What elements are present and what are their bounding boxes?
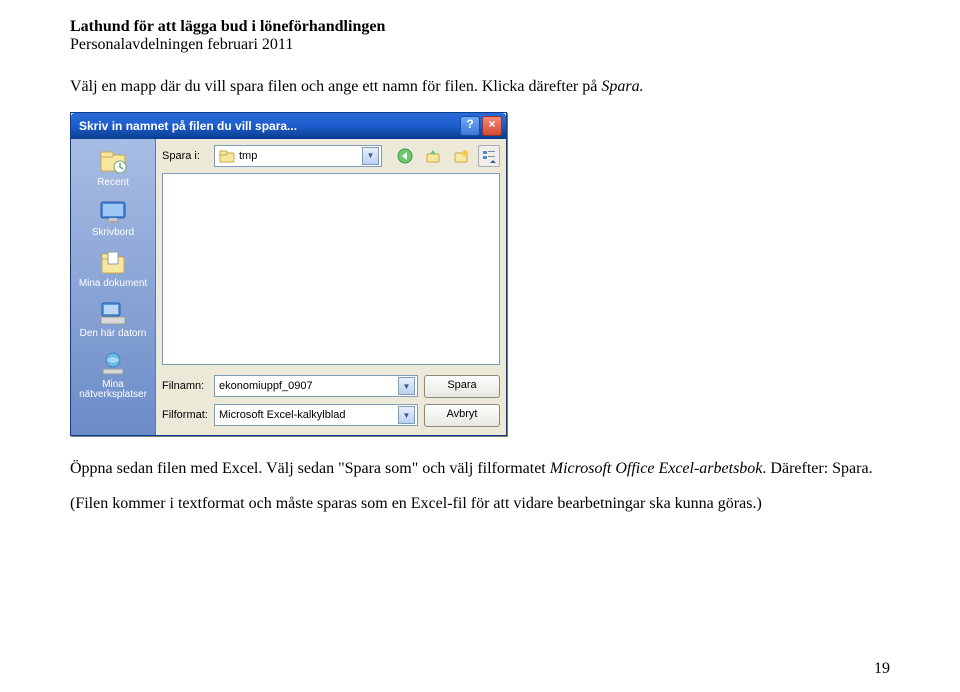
mydocs-icon [96,249,130,277]
lookin-combo[interactable]: tmp ▼ [214,145,382,167]
paragraph-3: (Filen kommer i textformat och måste spa… [70,493,890,515]
place-network[interactable]: Mina nätverksplatser [76,347,150,404]
filename-label: Filnamn: [162,380,208,392]
filename-value: ekonomiuppf_0907 [219,380,313,392]
place-label: Skrivbord [92,228,134,239]
lookin-label: Spara i: [162,150,208,162]
place-label: Mina dokument [79,279,147,290]
file-listing[interactable] [162,173,500,365]
place-label: Den här datorn [80,329,147,340]
place-mycomputer[interactable]: Den här datorn [76,296,150,343]
paragraph-1: Välj en mapp där du vill spara filen och… [70,76,890,98]
folder-icon [219,149,235,163]
desktop-icon [96,198,130,226]
filetype-label: Filformat: [162,409,208,421]
recent-icon [96,148,130,176]
help-button[interactable]: ? [460,116,480,136]
chevron-down-icon[interactable]: ▼ [398,377,415,395]
place-label: Mina nätverksplatser [76,380,150,401]
close-button[interactable]: × [482,116,502,136]
paragraph-2-italic: Microsoft Office Excel-arbetsbok [550,460,763,477]
place-label: Recent [97,178,129,189]
paragraph-2-text-c: . Därefter: Spara. [762,460,872,477]
paragraph-1-text: Välj en mapp där du vill spara filen och… [70,78,601,95]
back-button[interactable] [394,145,416,167]
doc-header-subtitle: Personalavdelningen februari 2011 [70,36,890,54]
dialog-titlebar[interactable]: Skriv in namnet på filen du vill spara..… [71,113,506,139]
dialog-title: Skriv in namnet på filen du vill spara..… [79,119,297,133]
paragraph-1-italic: Spara. [601,78,643,95]
mycomputer-icon [96,299,130,327]
save-button[interactable]: Spara [424,375,500,398]
view-menu-button[interactable] [478,145,500,167]
place-mydocs[interactable]: Mina dokument [76,246,150,293]
places-bar: Recent Skrivbord Mina dokument [71,139,156,435]
cancel-button[interactable]: Avbryt [424,404,500,427]
network-icon [96,350,130,378]
filetype-value: Microsoft Excel-kalkylblad [219,409,346,421]
doc-header-title: Lathund för att lägga bud i löneförhandl… [70,18,890,36]
place-recent[interactable]: Recent [76,145,150,192]
save-dialog: Skriv in namnet på filen du vill spara..… [70,112,507,436]
lookin-value: tmp [239,150,257,162]
new-folder-button[interactable] [450,145,472,167]
up-button[interactable] [422,145,444,167]
chevron-down-icon[interactable]: ▼ [398,406,415,424]
chevron-down-icon[interactable]: ▼ [362,147,379,165]
paragraph-2: Öppna sedan filen med Excel. Välj sedan … [70,458,890,480]
paragraph-2-text-a: Öppna sedan filen med Excel. Välj sedan … [70,460,550,477]
filename-input[interactable]: ekonomiuppf_0907 ▼ [214,375,418,397]
filetype-combo[interactable]: Microsoft Excel-kalkylblad ▼ [214,404,418,426]
page-number: 19 [874,660,890,678]
place-desktop[interactable]: Skrivbord [76,195,150,242]
